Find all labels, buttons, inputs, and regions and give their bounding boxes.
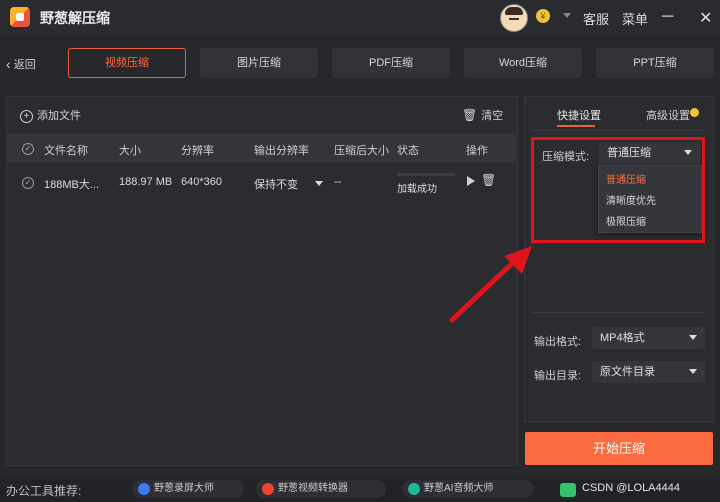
delete-icon[interactable]: 🗑 — [481, 173, 496, 187]
add-file-button[interactable]: + 添加文件 — [20, 107, 81, 123]
plus-circle-icon: + — [20, 110, 33, 123]
minimize-button[interactable]: ─ — [662, 8, 673, 26]
col-actions: 操作 — [466, 145, 488, 157]
chevron-down-icon[interactable] — [563, 13, 571, 18]
tab-video-compress[interactable]: 视频压缩 — [68, 48, 186, 78]
add-file-label: 添加文件 — [37, 110, 81, 122]
app-logo-icon — [10, 7, 30, 27]
user-avatar[interactable] — [500, 4, 528, 32]
watermark: CSDN @LOLA4444 — [582, 482, 680, 494]
output-format-select[interactable]: MP4格式 — [592, 327, 705, 349]
vip-badge-icon — [690, 108, 699, 117]
play-icon[interactable] — [467, 176, 475, 186]
back-label: 返回 — [13, 59, 36, 71]
chevron-down-icon — [689, 369, 697, 374]
row-output-value: 保持不变 — [254, 179, 298, 191]
recommend-screen-recorder[interactable]: 野葱录屏大师 — [132, 480, 244, 498]
settings-divider-2 — [532, 312, 704, 313]
recommend-item-label: 野葱视频转换器 — [278, 483, 348, 494]
clear-button[interactable]: 🗑 清空 — [462, 107, 503, 123]
tab-word-compress[interactable]: Word压缩 — [464, 48, 582, 78]
recommend-item-label: 野葱AI音频大师 — [424, 483, 494, 494]
wechat-icon — [560, 483, 576, 497]
progress-bar — [397, 173, 455, 176]
output-dir-label: 输出目录: — [534, 370, 582, 382]
col-filename: 文件名称 — [44, 145, 88, 157]
tab-advanced-settings[interactable]: 高级设置 — [646, 107, 690, 123]
output-dir-select[interactable]: 原文件目录 — [592, 361, 705, 383]
tab-quick-settings[interactable]: 快捷设置 — [557, 107, 601, 123]
col-size: 大小 — [119, 145, 141, 157]
tab-image-compress[interactable]: 图片压缩 — [200, 48, 318, 78]
output-format-value: MP4格式 — [600, 332, 645, 344]
chevron-down-icon — [689, 335, 697, 340]
service-link[interactable]: 客服 — [583, 9, 609, 28]
active-tab-indicator — [557, 125, 595, 127]
output-dir-value: 原文件目录 — [600, 366, 655, 378]
app-title: 野葱解压缩 — [40, 10, 110, 26]
coin-icon[interactable]: ¥ — [536, 9, 550, 23]
clear-label: 清空 — [481, 110, 504, 122]
chevron-left-icon: ‹ — [6, 56, 11, 72]
tab-pdf-compress[interactable]: PDF压缩 — [332, 48, 450, 78]
highlight-box — [531, 137, 705, 243]
recommend-label: 办公工具推荐: — [6, 484, 82, 498]
audio-icon — [408, 483, 420, 495]
col-resolution: 分辨率 — [181, 145, 214, 157]
close-button[interactable]: ✕ — [699, 8, 712, 28]
menu-link[interactable]: 菜单 — [622, 9, 648, 28]
row-size: 188.97 MB — [119, 176, 173, 188]
back-button[interactable]: ‹ 返回 — [6, 56, 36, 72]
recommend-video-converter[interactable]: 野葱视频转换器 — [256, 480, 386, 498]
col-compressed-size: 压缩后大小 — [334, 145, 389, 157]
recommend-item-label: 野葱录屏大师 — [154, 483, 214, 494]
col-output-resolution: 输出分辨率 — [254, 145, 309, 157]
tab-ppt-compress[interactable]: PPT压缩 — [596, 48, 714, 78]
select-all-checkbox[interactable]: ✓ — [22, 143, 34, 155]
converter-icon — [262, 483, 274, 495]
chevron-down-icon — [315, 181, 324, 186]
settings-divider — [532, 130, 704, 131]
row-filename: 188MB大... — [44, 179, 100, 191]
trash-icon: 🗑 — [462, 108, 478, 122]
recorder-icon — [138, 483, 150, 495]
output-format-label: 输出格式: — [534, 336, 582, 348]
row-compressed-size: -- — [334, 176, 342, 188]
row-status: 加载成功 — [397, 184, 437, 195]
annotation-arrow — [449, 246, 532, 323]
start-compress-button[interactable]: 开始压缩 — [525, 432, 713, 465]
row-output-resolution-select[interactable]: 保持不变 — [254, 176, 324, 192]
row-resolution: 640*360 — [181, 176, 222, 188]
col-status: 状态 — [397, 145, 419, 157]
recommend-ai-audio[interactable]: 野葱AI音频大师 — [402, 480, 534, 498]
row-checkbox[interactable]: ✓ — [22, 177, 34, 189]
